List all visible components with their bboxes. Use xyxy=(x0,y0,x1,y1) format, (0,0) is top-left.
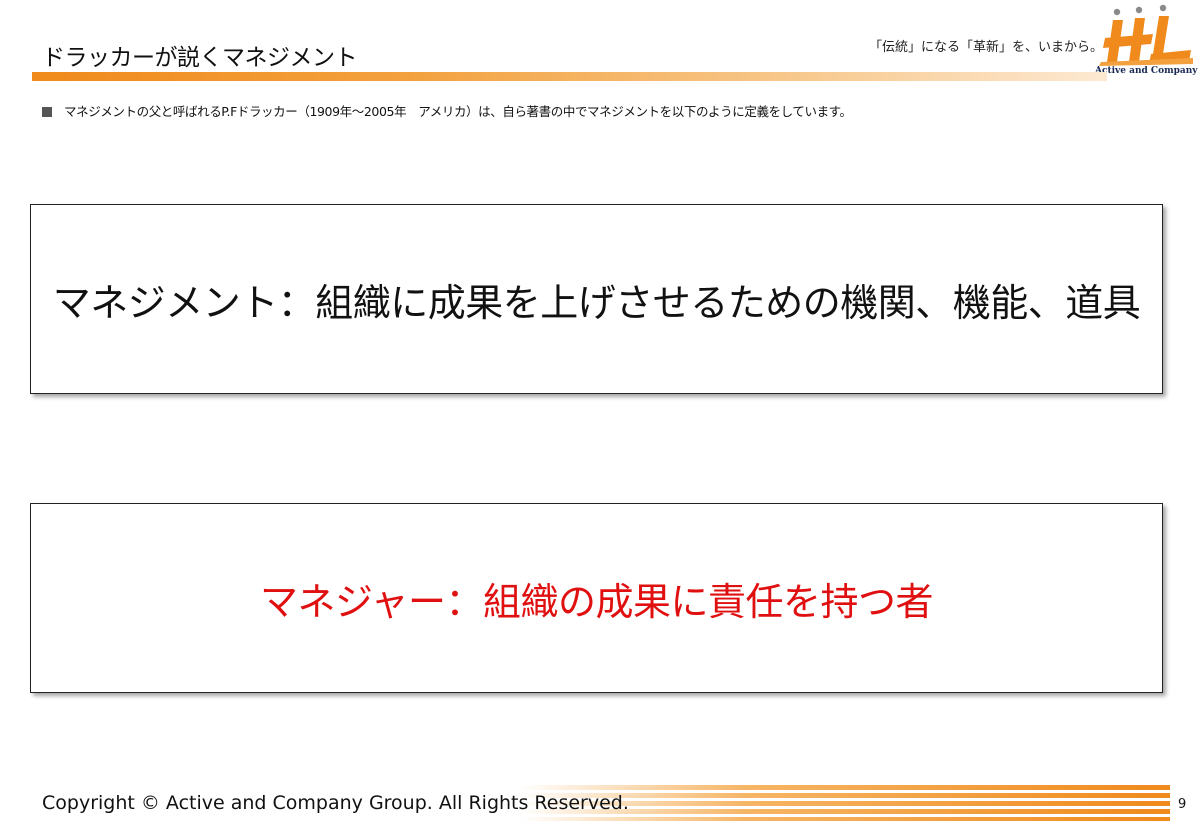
company-logo: Active and Company xyxy=(1095,2,1198,80)
page-title: ドラッカーが説くマネジメント xyxy=(42,45,358,71)
logo-text: Active and Company xyxy=(1095,66,1198,76)
intro-text: マネジメントの父と呼ばれるP.Fドラッカー（1909年～2005年 アメリカ）は… xyxy=(64,104,852,119)
management-definition-text: マネジメント：組織に成果を上げさせるための機関、機能、道具 xyxy=(52,280,1141,325)
intro-bullet: マネジメントの父と呼ばれるP.Fドラッカー（1909年～2005年 アメリカ）は… xyxy=(42,101,852,120)
square-bullet-icon xyxy=(42,107,52,117)
manager-definition-box: マネジャー：組織の成果に責任を持つ者 xyxy=(30,503,1163,693)
management-definition-box: マネジメント：組織に成果を上げさせるための機関、機能、道具 xyxy=(30,204,1163,394)
copyright-text: Copyright © Active and Company Group. Al… xyxy=(42,792,629,814)
page-number: 9 xyxy=(1178,797,1187,812)
title-underline-bar xyxy=(32,72,1107,81)
company-tagline: 「伝統」になる「革新」を、いまから。 xyxy=(869,40,1104,55)
manager-definition-text: マネジャー：組織の成果に責任を持つ者 xyxy=(259,579,934,624)
